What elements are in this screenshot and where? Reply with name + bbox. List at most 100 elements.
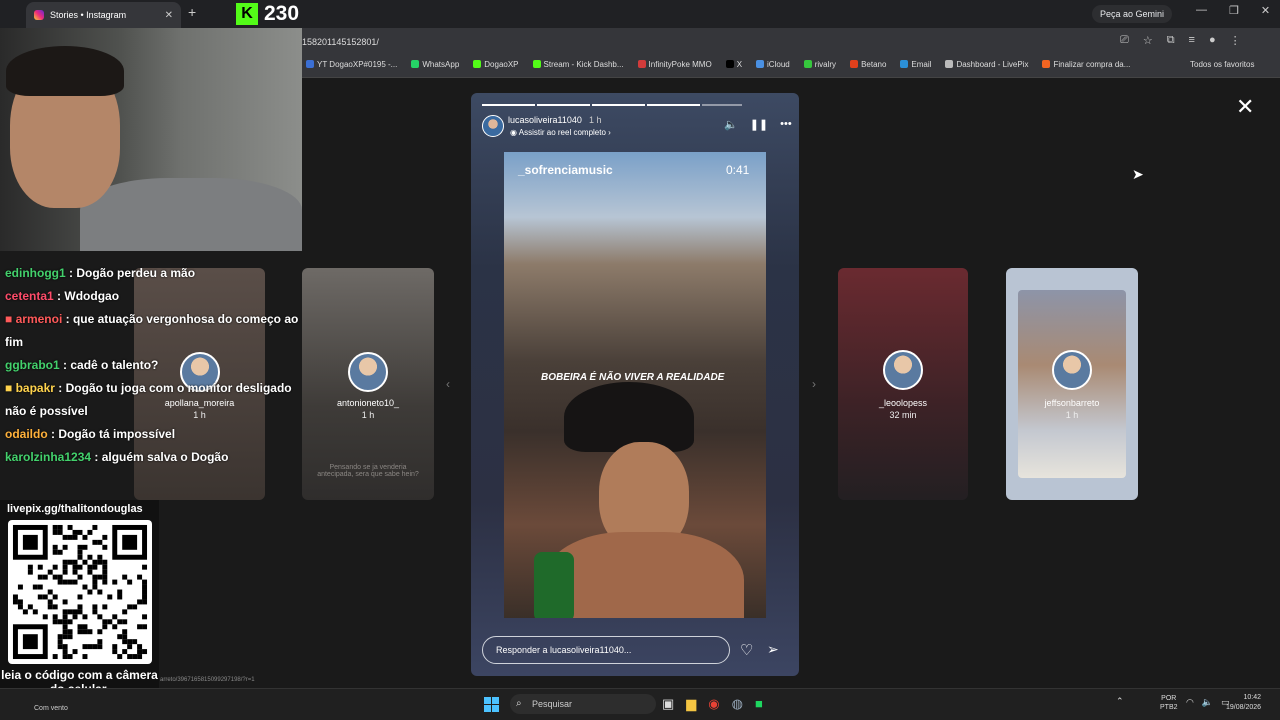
language-indicator[interactable]: POR PTB2: [1160, 694, 1178, 712]
chat-message: karolzinha1234 : alguém salva o Dogão: [5, 450, 229, 464]
chat-message: ■ bapakr : Dogão tu joga com o monitor d…: [5, 381, 292, 418]
star-icon[interactable]: ☆: [1143, 34, 1153, 47]
chevron-right-icon: ›: [605, 128, 611, 137]
story-card-time: 1 h: [1065, 410, 1079, 420]
mouse-cursor-icon: ➤: [1132, 166, 1144, 182]
profile-icon[interactable]: ●: [1209, 34, 1216, 47]
avatar: [883, 350, 923, 390]
bookmark-icon: [850, 60, 859, 68]
avatar: [348, 352, 388, 392]
story-media[interactable]: [504, 152, 766, 618]
volume-icon[interactable]: 🔈: [1202, 697, 1213, 708]
bookmark-icon: [756, 60, 765, 68]
reply-input[interactable]: Responder a lucasoliveira11040...: [482, 636, 730, 664]
close-tab-icon[interactable]: ✕: [165, 10, 173, 21]
mute-icon[interactable]: 🔈: [724, 118, 738, 131]
bookmark-item[interactable]: InfinityPoke MMO: [637, 60, 712, 69]
bookmark-icon: [945, 60, 954, 68]
tray-icons: ◠ 🔈 ▭: [1186, 697, 1230, 708]
bookmark-item[interactable]: iCloud: [756, 60, 790, 69]
close-window-icon[interactable]: ✕: [1261, 4, 1270, 17]
chat-username: karolzinha1234: [5, 450, 92, 464]
extensions-icon[interactable]: ⧉: [1167, 34, 1175, 47]
badge-icon: ■: [5, 312, 16, 326]
chat-message: ggbrabo1 : cadê o talento?: [5, 358, 159, 372]
instagram-icon: [34, 10, 44, 20]
kick-logo-icon: K: [236, 3, 258, 25]
start-button[interactable]: [484, 697, 499, 712]
chat-username: ggbrabo1: [5, 358, 60, 372]
chevron-right-icon[interactable]: ›: [812, 377, 816, 391]
file-explorer-icon[interactable]: ▆: [686, 696, 696, 712]
bookmark-item[interactable]: WhatsApp: [411, 60, 459, 69]
bookmark-label: DogaoXP: [484, 60, 519, 69]
story-card-name: _leoolopess: [878, 398, 928, 408]
bookmark-label: Betano: [861, 60, 887, 69]
livepix-handle: livepix.gg/thalitondouglas: [7, 503, 143, 515]
bookmark-item[interactable]: Stream - Kick Dashb...: [532, 60, 624, 69]
bookmark-icon: [1042, 60, 1051, 68]
bookmark-label: X: [736, 60, 743, 69]
minimize-icon[interactable]: —: [1196, 4, 1207, 17]
task-view-icon[interactable]: ▣: [662, 696, 674, 712]
bookmark-item[interactable]: Finalizar compra da...: [1042, 60, 1130, 69]
bookmark-label: Stream - Kick Dashb...: [543, 60, 624, 69]
wifi-icon[interactable]: ◠: [1186, 697, 1194, 708]
all-favorites-button[interactable]: Todos os favoritos: [1190, 60, 1254, 69]
story-username[interactable]: lucasoliveira11040: [508, 115, 582, 125]
bookmark-item[interactable]: X: [725, 60, 743, 69]
bookmark-icon: [637, 60, 646, 68]
media-caption: BOBEIRA É NÃO VIVER A REALIDADE: [541, 372, 725, 383]
lang-bottom: PTB2: [1160, 704, 1178, 711]
chat-overlay: edinhogg1 : Dogão perdeu a mão cetenta1 :…: [0, 262, 300, 469]
bookmark-icon: [306, 60, 314, 68]
chat-text: alguém salva o Dogão: [101, 450, 229, 464]
story-card[interactable]: _leoolopess 32 min: [838, 268, 968, 500]
maximize-icon[interactable]: ❐: [1229, 4, 1239, 17]
bookmark-item[interactable]: Betano: [850, 60, 886, 69]
story-card[interactable]: antonioneto10_ 1 h Pensando se ja vender…: [302, 268, 434, 500]
bookmark-item[interactable]: Email: [900, 60, 931, 69]
system-tray: ⌃: [1116, 696, 1124, 707]
clock-time: 10:42: [1243, 694, 1262, 701]
send-icon[interactable]: ➢: [767, 641, 779, 658]
chat-message: ■ armenoi : que atuação vergonhosa do co…: [5, 312, 299, 349]
chevron-up-icon[interactable]: ⌃: [1116, 696, 1124, 707]
pause-icon[interactable]: ❚❚: [750, 118, 768, 131]
taskbar-search[interactable]: Pesquisar: [510, 694, 656, 714]
heart-icon[interactable]: ♡: [740, 641, 753, 659]
bookmark-label: Finalizar compra da...: [1053, 60, 1131, 69]
bookmark-item[interactable]: Dashboard - LivePix: [945, 60, 1028, 69]
url-field[interactable]: 158201145152801/: [302, 37, 379, 47]
chat-username: edinhogg1: [5, 266, 66, 280]
menu-icon[interactable]: ⋮: [1230, 34, 1241, 47]
chrome-icon[interactable]: ◉: [708, 696, 719, 712]
cast-icon[interactable]: ⎚: [1120, 34, 1129, 47]
story-avatar[interactable]: [482, 115, 504, 137]
bookmark-item[interactable]: DogaoXP: [473, 60, 519, 69]
browser-tab[interactable]: Stories • Instagram ✕: [26, 2, 181, 28]
chat-text: Wdodgao: [64, 289, 120, 303]
close-stories-icon[interactable]: ✕: [1236, 94, 1254, 120]
story-card[interactable]: jeffsonbarreto 1 h: [1006, 268, 1138, 500]
clock[interactable]: 10:42 19/08/2026: [1226, 693, 1261, 713]
story-card-name: antonioneto10_: [336, 398, 400, 408]
bookmark-item[interactable]: rivalry: [803, 60, 837, 69]
bookmark-item[interactable]: YT DogaoXP#0195 -...: [306, 60, 397, 69]
story-card-time: 1 h: [361, 410, 375, 420]
taskbar-apps: ▣ ▆ ◉ ◍ ■: [662, 696, 763, 712]
bookmark-label: InfinityPoke MMO: [648, 60, 712, 69]
spotify-icon[interactable]: ■: [755, 696, 763, 712]
steam-icon[interactable]: ◍: [732, 696, 743, 712]
gemini-button[interactable]: Peça ao Gemini: [1092, 5, 1173, 23]
reel-link[interactable]: ◉ Assistir ao reel completo ›: [510, 128, 611, 137]
new-tab-button[interactable]: +: [188, 4, 196, 20]
bookmark-label: WhatsApp: [422, 60, 460, 69]
search-icon: ⌕: [516, 698, 522, 709]
media-icon[interactable]: ≡: [1189, 34, 1195, 47]
chat-username: odaildo: [5, 427, 48, 441]
bookmark-label: rivalry: [814, 60, 837, 69]
chevron-left-icon[interactable]: ‹: [446, 377, 450, 391]
weather-widget[interactable]: Com vento: [34, 705, 68, 712]
more-options-icon[interactable]: •••: [780, 118, 792, 131]
